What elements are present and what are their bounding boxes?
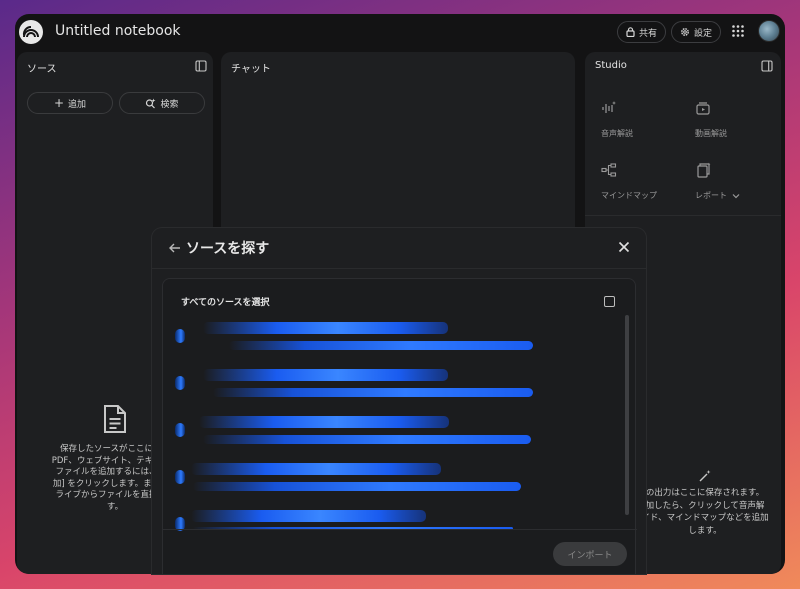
close-icon[interactable] <box>618 241 630 253</box>
import-button[interactable]: インポート <box>553 542 627 566</box>
mindmap-icon <box>601 163 617 177</box>
loading-skeleton-bar <box>191 463 441 475</box>
studio-tile-label: マインドマップ <box>601 191 657 200</box>
audio-wave-icon <box>602 101 616 113</box>
loading-skeleton-dot <box>175 376 185 390</box>
select-all-label: すべてのソースを選択 <box>181 298 270 308</box>
studio-empty-line: イド、マインドマップなどを追加 <box>641 513 769 523</box>
sidebar-toggle-icon[interactable] <box>195 60 207 72</box>
dialog-divider <box>152 268 646 269</box>
video-icon <box>696 102 710 115</box>
loading-skeleton-bar <box>193 482 521 491</box>
avatar[interactable] <box>758 20 780 42</box>
studio-tile-report[interactable]: レポート <box>695 162 740 201</box>
notebook-title[interactable]: Untitled notebook <box>55 23 181 39</box>
sources-title: ソース <box>27 64 57 75</box>
studio-tile-label: 動画解説 <box>695 129 727 138</box>
settings-label: 設定 <box>694 28 713 39</box>
loading-skeleton-bar <box>213 388 533 397</box>
share-button[interactable]: 共有 <box>617 21 667 43</box>
chevron-down-icon[interactable] <box>732 193 740 199</box>
search-spark-icon <box>146 98 156 108</box>
loading-skeleton-bar <box>203 435 531 444</box>
source-list-container: すべてのソースを選択 インポート <box>162 278 637 574</box>
add-source-button[interactable]: + 追加 <box>27 92 113 114</box>
lock-icon <box>626 27 635 37</box>
select-all-checkbox[interactable] <box>604 296 615 307</box>
loading-skeleton-dot <box>175 470 185 484</box>
sidebar-toggle-icon[interactable] <box>761 60 773 72</box>
studio-divider <box>585 215 781 216</box>
studio-tile-audio[interactable]: 音声解説 <box>601 100 633 139</box>
studio-tile-video[interactable]: 動画解説 <box>695 100 727 139</box>
notebooklm-logo-icon[interactable] <box>19 20 43 44</box>
settings-button[interactable]: 設定 <box>671 21 722 43</box>
find-sources-dialog: ソースを探す すべてのソースを選択 インポート <box>152 228 646 574</box>
studio-empty-line: 加したら、クリックして音声解 <box>645 500 765 511</box>
search-source-button[interactable]: 検索 <box>119 92 205 114</box>
gear-icon <box>681 28 689 36</box>
apps-grid-icon[interactable] <box>731 24 745 38</box>
studio-tile-label: 音声解説 <box>601 129 633 138</box>
studio-tile-label: レポート <box>695 191 727 200</box>
studio-title: Studio <box>595 60 627 71</box>
scrollbar[interactable] <box>625 315 629 515</box>
chat-title: チャット <box>231 64 271 75</box>
studio-empty-line: します。 <box>688 525 722 536</box>
report-icon <box>697 162 711 178</box>
report-label-row: レポート <box>695 190 740 201</box>
loading-skeleton-dot <box>175 329 185 343</box>
top-bar: Untitled notebook 共有 設定 <box>15 14 785 50</box>
share-label: 共有 <box>639 28 658 39</box>
dialog-title: ソースを探す <box>186 241 270 257</box>
loading-skeleton-bar <box>203 322 448 334</box>
arrow-back-icon[interactable] <box>168 241 182 255</box>
loading-skeleton-bar <box>229 341 533 350</box>
studio-empty-line: の出力はここに保存されます。 <box>645 488 765 498</box>
plus-icon: + <box>53 96 65 110</box>
loading-skeleton-bar <box>191 510 426 522</box>
studio-empty-state: の出力はここに保存されます。 加したら、クリックして音声解 イド、マインドマップ… <box>625 469 781 537</box>
magic-wand-icon <box>699 470 711 482</box>
loading-skeleton-bar <box>203 369 448 381</box>
studio-tile-mindmap[interactable]: マインドマップ <box>601 162 657 201</box>
add-source-label: 追加 <box>68 99 87 110</box>
loading-skeleton-bar <box>199 416 449 428</box>
dialog-footer-divider <box>163 529 637 530</box>
loading-skeleton-dot <box>175 423 185 437</box>
document-icon <box>104 405 126 433</box>
search-source-label: 検索 <box>160 99 179 110</box>
